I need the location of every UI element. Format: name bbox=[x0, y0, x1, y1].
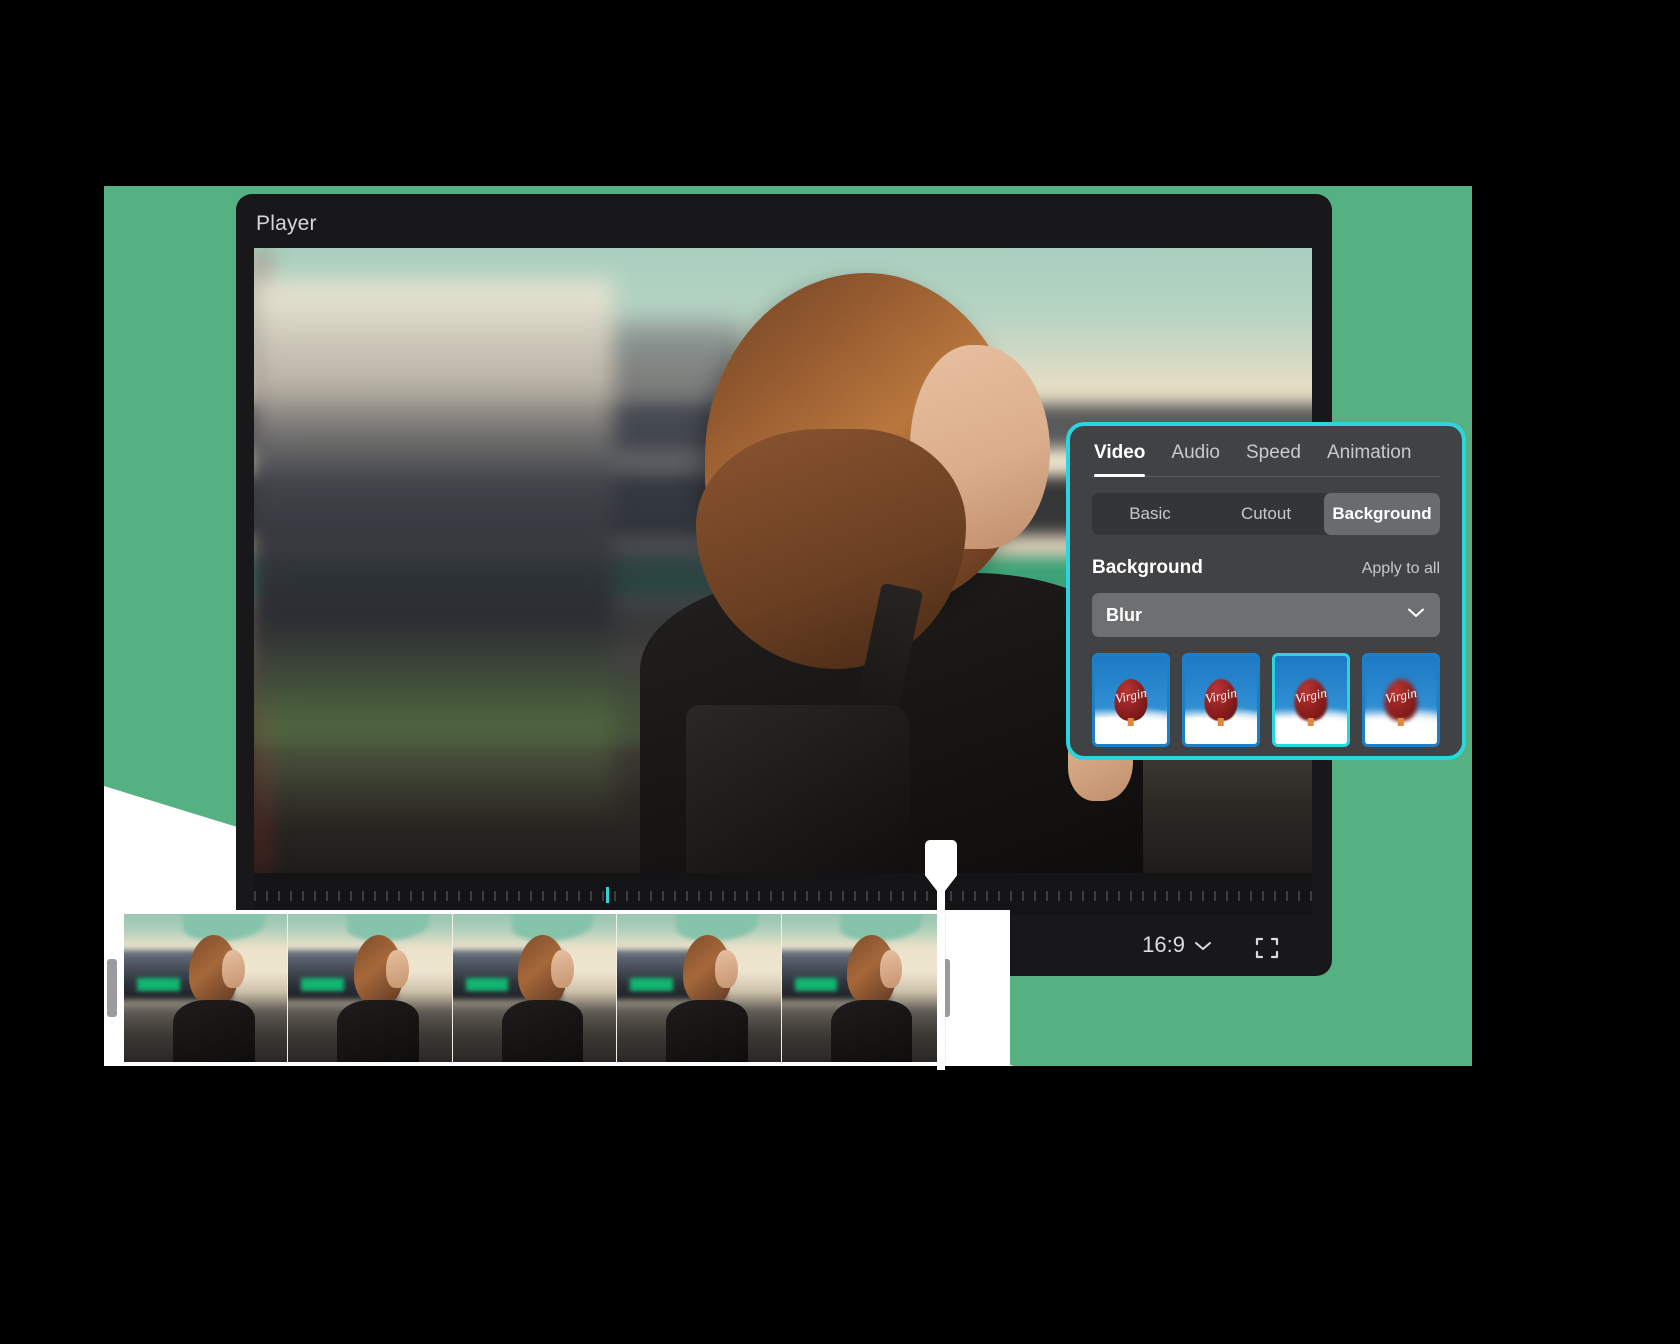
filmstrip[interactable] bbox=[124, 914, 946, 1062]
timeline-tick-marks bbox=[254, 891, 1312, 901]
blur-preset-3[interactable]: Virgin bbox=[1272, 653, 1350, 747]
section-title: Background bbox=[1092, 557, 1203, 578]
sub-tab-background[interactable]: Background bbox=[1324, 493, 1440, 535]
filmstrip-frame bbox=[124, 914, 289, 1062]
aspect-ratio-selector[interactable]: 16:9 bbox=[1142, 932, 1212, 958]
blur-preset-2[interactable]: Virgin bbox=[1182, 653, 1260, 747]
fullscreen-icon[interactable] bbox=[1254, 935, 1280, 961]
background-section-header: Background Apply to all bbox=[1092, 557, 1440, 579]
chevron-down-icon bbox=[1194, 932, 1212, 958]
tab-speed[interactable]: Speed bbox=[1246, 442, 1301, 476]
filmstrip-frame bbox=[617, 914, 782, 1062]
apply-to-all-button[interactable]: Apply to all bbox=[1362, 560, 1440, 578]
trim-handle-left[interactable] bbox=[107, 959, 117, 1017]
blur-preset-list: Virgin Virgin Virgin Virgin bbox=[1092, 653, 1440, 747]
tab-audio[interactable]: Audio bbox=[1171, 442, 1220, 476]
background-type-dropdown[interactable]: Blur bbox=[1092, 593, 1440, 637]
video-sub-tabs: Basic Cutout Background bbox=[1092, 493, 1440, 535]
filmstrip-frame bbox=[288, 914, 453, 1062]
timeline-clip-track bbox=[104, 910, 1010, 1066]
tab-video[interactable]: Video bbox=[1094, 442, 1146, 477]
aspect-ratio-value: 16:9 bbox=[1142, 932, 1185, 957]
video-right-train-layer bbox=[254, 248, 614, 873]
properties-panel: Video Audio Speed Animation Basic Cutout… bbox=[1066, 422, 1466, 760]
playhead-stem bbox=[937, 888, 945, 1070]
background-type-value: Blur bbox=[1106, 604, 1142, 625]
sub-tab-basic[interactable]: Basic bbox=[1092, 493, 1208, 535]
tab-animation[interactable]: Animation bbox=[1327, 442, 1412, 476]
properties-tabs: Video Audio Speed Animation bbox=[1092, 426, 1440, 477]
timeline-playhead-indicator bbox=[606, 887, 609, 903]
timeline-ruler[interactable] bbox=[254, 873, 1312, 915]
sub-tab-cutout[interactable]: Cutout bbox=[1208, 493, 1324, 535]
blur-preset-1[interactable]: Virgin bbox=[1092, 653, 1170, 747]
filmstrip-frame bbox=[781, 914, 946, 1062]
page-title: Player bbox=[256, 212, 317, 235]
blur-preset-4[interactable]: Virgin bbox=[1362, 653, 1440, 747]
playhead-marker[interactable] bbox=[925, 840, 957, 1070]
playhead-head bbox=[925, 840, 957, 892]
screenshot-root: Player 16:9 Video Audio Speed Animation … bbox=[0, 0, 1680, 1344]
filmstrip-frame bbox=[452, 914, 618, 1062]
subject-bag bbox=[686, 705, 910, 873]
chevron-down-icon bbox=[1406, 606, 1426, 624]
